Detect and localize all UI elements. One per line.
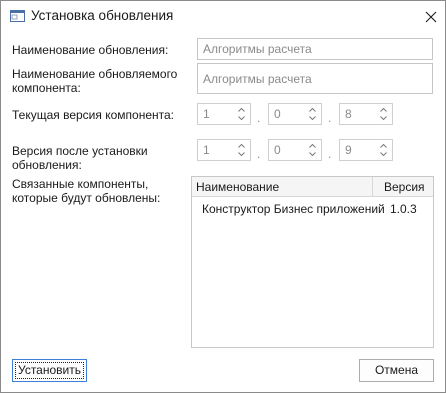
table-header: Наименование Версия [192,177,433,197]
row-version-cell: 1.0.3 [390,202,417,216]
update-name-label: Наименование обновления: [12,43,169,57]
new-version-label-line2: обновления: [12,158,82,172]
current-version-build-value: 8 [345,107,352,121]
table-row[interactable]: Конструктор Бизнес приложений 1.0.3 [192,199,433,219]
version-separator: . [328,111,332,125]
column-header-name[interactable]: Наименование [196,180,279,194]
version-separator: . [328,147,332,161]
current-version-label: Текущая версия компонента: [12,108,174,122]
new-version-build-value: 9 [345,143,352,157]
spin-arrows-icon[interactable] [308,107,317,121]
spin-arrows-icon[interactable] [237,107,246,121]
install-button[interactable]: Установить [12,359,87,382]
new-version-label-line1: Версия после установки [12,144,148,158]
row-name-cell: Конструктор Бизнес приложений [202,202,385,216]
dialog-title: Установка обновления [31,8,174,23]
new-version-minor-stepper[interactable]: 0 [268,139,322,161]
component-name-field[interactable]: Алгоритмы расчета [197,63,433,94]
close-icon[interactable] [421,7,441,27]
new-version-major-stepper[interactable]: 1 [197,139,251,161]
current-version-build-stepper[interactable]: 8 [339,103,393,125]
related-components-label-line1: Связанные компоненты, [12,177,149,191]
component-name-label-line2: компонента: [12,81,81,95]
current-version-minor-stepper[interactable]: 0 [268,103,322,125]
column-header-version[interactable]: Версия [384,180,425,194]
cancel-button[interactable]: Отмена [359,359,434,382]
version-separator: . [257,111,261,125]
related-components-label-line2: которые будут обновлены: [12,191,161,205]
component-name-label-line1: Наименование обновляемого [12,67,178,81]
install-update-dialog: Установка обновления Наименование обновл… [0,0,446,393]
new-version-minor-value: 0 [274,143,281,157]
new-version-build-stepper[interactable]: 9 [339,139,393,161]
column-divider[interactable] [372,177,373,196]
version-separator: . [257,147,261,161]
related-components-table[interactable]: Наименование Версия Конструктор Бизнес п… [191,176,434,348]
cancel-button-label: Отмена [374,363,419,377]
install-button-label: Установить [18,363,81,377]
title-bar: Установка обновления [1,1,445,32]
current-version-major-value: 1 [203,107,210,121]
spin-arrows-icon[interactable] [379,143,388,157]
current-version-major-stepper[interactable]: 1 [197,103,251,125]
spin-arrows-icon[interactable] [308,143,317,157]
spin-arrows-icon[interactable] [237,143,246,157]
window-icon [10,10,25,22]
spin-arrows-icon[interactable] [379,107,388,121]
current-version-minor-value: 0 [274,107,281,121]
new-version-major-value: 1 [203,143,210,157]
update-name-field[interactable]: Алгоритмы расчета [197,38,433,60]
